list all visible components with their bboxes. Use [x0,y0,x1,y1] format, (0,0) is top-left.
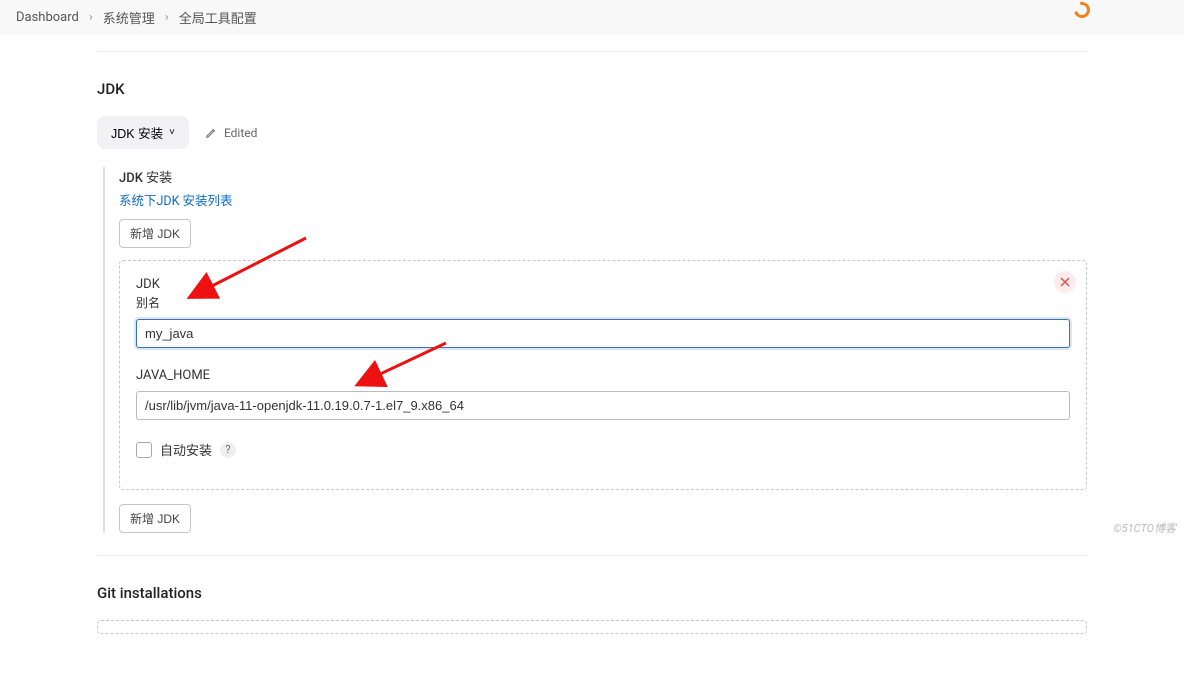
add-jdk-button-top[interactable]: 新增 JDK [119,219,191,248]
jdk-alias-input[interactable] [136,319,1070,348]
git-section-title: Git installations [97,584,1087,602]
edited-indicator: Edited [205,126,257,140]
java-home-input[interactable] [136,391,1070,420]
divider [97,555,1087,556]
auto-install-checkbox[interactable] [136,442,152,458]
java-home-label: JAVA_HOME [136,368,1070,383]
breadcrumb-dashboard[interactable]: Dashboard [16,10,79,25]
watermark: ©51CTO博客 [1113,520,1176,536]
edited-label: Edited [224,126,257,140]
git-config-panel-collapsed [97,620,1087,634]
pencil-icon [205,126,218,139]
breadcrumb-sep: › [165,10,169,25]
partial-header-logo [1074,0,1164,8]
breadcrumb: Dashboard › 系统管理 › 全局工具配置 [0,0,1184,35]
auto-install-row: 自动安装 ? [136,440,1070,459]
jdk-config-panel: JDK 别名 JAVA_HOME [119,260,1087,490]
jdk-section-title: JDK [97,80,1087,98]
jdk-install-collapse-button[interactable]: JDK 安装 ˅ [97,116,189,149]
breadcrumb-sep: › [89,10,93,25]
breadcrumb-system-manage[interactable]: 系统管理 [103,8,155,27]
jdk-name-label-line2: 别名 [136,294,1070,311]
help-icon[interactable]: ? [220,442,236,458]
jdk-install-collapse-label: JDK 安装 [111,123,163,142]
add-jdk-button-bottom[interactable]: 新增 JDK [119,504,191,533]
jdk-install-list-subheader: 系统下JDK 安装列表 [119,190,1087,209]
jdk-name-label-line1: JDK [136,277,1070,292]
auto-install-label: 自动安装 [160,440,212,459]
jdk-install-list-header: JDK 安装 [119,167,1087,186]
chevron-down-icon: ˅ [169,127,175,138]
breadcrumb-global-tool-config[interactable]: 全局工具配置 [179,8,257,27]
divider [97,51,1087,52]
